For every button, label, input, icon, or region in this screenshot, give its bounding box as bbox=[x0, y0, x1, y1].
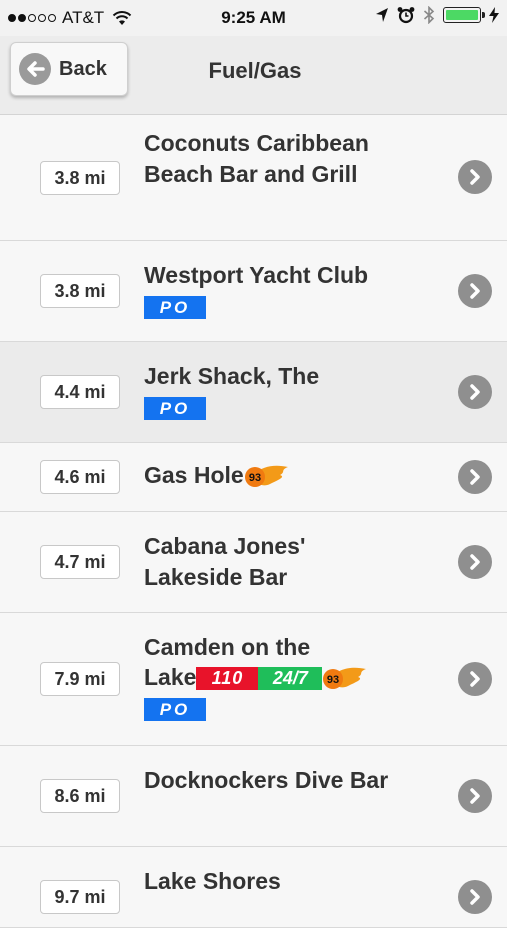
back-button-label: Back bbox=[59, 57, 107, 80]
list-item[interactable]: 3.8 mi Westport Yacht Club PO bbox=[0, 241, 507, 342]
po-badge: PO bbox=[144, 397, 206, 421]
charging-bolt-icon bbox=[489, 7, 499, 23]
24-7-badge: 24/7 bbox=[258, 667, 323, 691]
location-name: Gas Hole 93 bbox=[144, 460, 404, 491]
fuel-location-list: 3.8 mi Coconuts Caribbean Beach Bar and … bbox=[0, 115, 507, 928]
po-badge: PO bbox=[144, 698, 206, 722]
chevron-right-icon[interactable] bbox=[458, 160, 492, 194]
list-item[interactable]: 7.9 mi Camden on the Lake 110 24/7 93 PO bbox=[0, 613, 507, 746]
location-name: Coconuts Caribbean Beach Bar and Grill bbox=[144, 130, 369, 187]
page-title: Fuel/Gas bbox=[208, 58, 302, 83]
distance-label: 7.9 mi bbox=[40, 662, 120, 696]
list-item[interactable]: 4.6 mi Gas Hole 93 bbox=[0, 443, 507, 512]
badge-93-text: 93 bbox=[249, 472, 261, 484]
chevron-right-icon[interactable] bbox=[458, 779, 492, 813]
chevron-right-icon[interactable] bbox=[458, 880, 492, 914]
premium-93-flame-icon: 93 bbox=[323, 667, 367, 689]
location-name: Docknockers Dive Bar bbox=[144, 767, 389, 793]
status-bar: AT&T 9:25 AM bbox=[0, 0, 507, 36]
distance-label: 4.7 mi bbox=[40, 545, 120, 579]
location-name-line1: Camden on the bbox=[144, 634, 311, 660]
location-name-line2: Lake bbox=[144, 664, 197, 690]
po-badge: PO bbox=[144, 296, 206, 320]
list-item[interactable]: 4.4 mi Jerk Shack, The PO bbox=[0, 342, 507, 443]
location-name: Lake Shores bbox=[144, 868, 281, 894]
battery-icon bbox=[443, 7, 485, 23]
chevron-right-icon[interactable] bbox=[458, 460, 492, 494]
chevron-right-icon[interactable] bbox=[458, 545, 492, 579]
distance-label: 4.6 mi bbox=[40, 460, 120, 494]
location-name-text: Westport Yacht Club bbox=[144, 262, 369, 288]
badge-93-text: 93 bbox=[327, 674, 339, 686]
location-name: Westport Yacht Club PO bbox=[144, 260, 404, 322]
distance-label: 8.6 mi bbox=[40, 779, 120, 813]
distance-label: 9.7 mi bbox=[40, 880, 120, 914]
list-item[interactable]: 8.6 mi Docknockers Dive Bar bbox=[0, 746, 507, 847]
list-item[interactable]: 9.7 mi Lake Shores bbox=[0, 847, 507, 928]
location-name: Jerk Shack, The PO bbox=[144, 361, 404, 423]
chevron-right-icon[interactable] bbox=[458, 274, 492, 308]
110-badge: 110 bbox=[196, 667, 259, 691]
distance-label: 4.4 mi bbox=[40, 375, 120, 409]
distance-label: 3.8 mi bbox=[40, 274, 120, 308]
list-item[interactable]: 4.7 mi Cabana Jones' Lakeside Bar bbox=[0, 512, 507, 613]
location-name: Cabana Jones' Lakeside Bar bbox=[144, 533, 306, 590]
navigation-bar: Back Fuel/Gas bbox=[0, 36, 507, 115]
location-name: Camden on the Lake 110 24/7 93 PO bbox=[144, 632, 404, 723]
premium-93-flame-icon: 93 bbox=[244, 465, 288, 487]
chevron-right-icon[interactable] bbox=[458, 662, 492, 696]
location-arrow-icon bbox=[376, 8, 388, 22]
bluetooth-icon bbox=[423, 6, 435, 24]
back-arrow-icon bbox=[19, 53, 51, 85]
location-name-text: Jerk Shack, The bbox=[144, 363, 320, 389]
location-name-text: Gas Hole bbox=[144, 462, 244, 488]
chevron-right-icon[interactable] bbox=[458, 375, 492, 409]
list-item[interactable]: 3.8 mi Coconuts Caribbean Beach Bar and … bbox=[0, 115, 507, 241]
back-button[interactable]: Back bbox=[10, 42, 128, 96]
distance-label: 3.8 mi bbox=[40, 161, 120, 195]
alarm-clock-icon bbox=[397, 7, 415, 24]
